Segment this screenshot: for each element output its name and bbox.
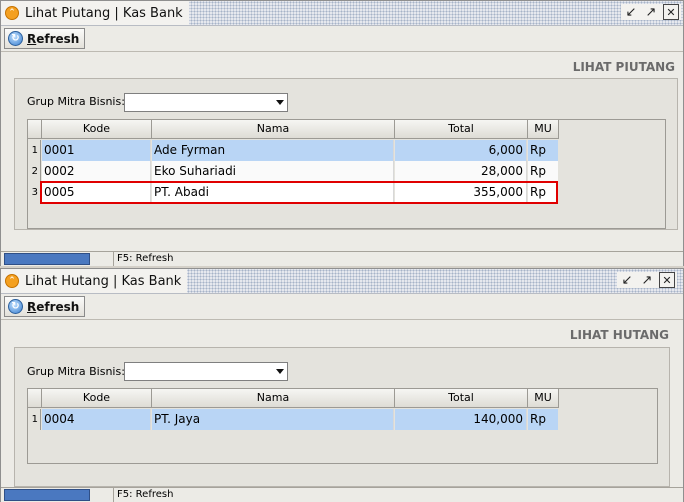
chevron-down-icon bbox=[276, 369, 284, 374]
column-header-mu[interactable]: MU bbox=[528, 120, 559, 139]
table-row[interactable]: 2 0002 Eko Suhariadi 28,000 Rp bbox=[28, 161, 558, 182]
table-row[interactable]: 1 0001 Ade Fyrman 6,000 Rp bbox=[28, 140, 558, 161]
cell-nama[interactable]: PT. Jaya bbox=[152, 409, 394, 430]
cell-total[interactable]: 140,000 bbox=[395, 409, 527, 430]
cell-mu[interactable]: Rp bbox=[528, 182, 558, 203]
refresh-icon: ↻ bbox=[8, 31, 23, 46]
piutang-statusbar: F5: Refresh bbox=[1, 251, 683, 266]
row-number: 1 bbox=[28, 409, 41, 430]
cell-kode[interactable]: 0002 bbox=[42, 161, 151, 182]
chevron-down-icon bbox=[276, 100, 284, 105]
corner-header bbox=[28, 120, 42, 139]
cell-total[interactable]: 6,000 bbox=[395, 140, 527, 161]
piutang-table: Kode Nama Total MU 1 0001 Ade Fyrman 6,0… bbox=[27, 119, 666, 229]
row-number: 1 bbox=[28, 140, 41, 161]
page-heading: LIHAT HUTANG bbox=[569, 328, 669, 342]
status-divider bbox=[113, 252, 114, 266]
table-row[interactable]: 3 0005 PT. Abadi 355,000 Rp bbox=[28, 182, 558, 203]
cell-kode[interactable]: 0001 bbox=[42, 140, 151, 161]
app-icon: ⌃ bbox=[5, 274, 19, 288]
cell-mu[interactable]: Rp bbox=[528, 161, 558, 182]
status-progress bbox=[4, 253, 90, 265]
table-header: Kode Nama Total MU bbox=[28, 389, 657, 408]
piutang-panel: Grup Mitra Bisnis: Kode Nama Total MU 1 … bbox=[14, 78, 678, 230]
grup-mitra-select[interactable] bbox=[124, 93, 288, 112]
grup-mitra-select[interactable] bbox=[124, 362, 288, 381]
hutang-statusbar: F5: Refresh bbox=[1, 487, 683, 502]
restore-icon[interactable]: ↙ bbox=[623, 4, 639, 20]
column-header-nama[interactable]: Nama bbox=[152, 389, 395, 408]
grup-mitra-label: Grup Mitra Bisnis: bbox=[27, 95, 125, 108]
column-header-nama[interactable]: Nama bbox=[152, 120, 395, 139]
refresh-button[interactable]: ↻ Refresh bbox=[4, 28, 86, 49]
column-header-kode[interactable]: Kode bbox=[42, 120, 152, 139]
column-header-kode[interactable]: Kode bbox=[42, 389, 152, 408]
maximize-icon[interactable]: ↗ bbox=[639, 272, 655, 288]
status-progress bbox=[4, 489, 90, 501]
cell-nama[interactable]: Ade Fyrman bbox=[152, 140, 394, 161]
hutang-titlebar[interactable]: ⌃ Lihat Hutang | Kas Bank ↙ ↗ ✕ bbox=[1, 269, 683, 294]
cell-kode[interactable]: 0004 bbox=[42, 409, 151, 430]
piutang-window: ⌃ Lihat Piutang | Kas Bank ↙ ↗ ✕ ↻ Refre… bbox=[0, 0, 684, 266]
window-title: Lihat Piutang | Kas Bank bbox=[25, 5, 183, 21]
close-icon[interactable]: ✕ bbox=[659, 272, 675, 288]
close-icon[interactable]: ✕ bbox=[663, 4, 679, 20]
hutang-panel: Grup Mitra Bisnis: Kode Nama Total MU 1 … bbox=[14, 347, 670, 487]
cell-total[interactable]: 355,000 bbox=[395, 182, 527, 203]
refresh-label: Refresh bbox=[27, 299, 80, 314]
maximize-icon[interactable]: ↗ bbox=[643, 4, 659, 20]
column-header-total[interactable]: Total bbox=[395, 389, 528, 408]
hutang-content: LIHAT HUTANG Grup Mitra Bisnis: Kode Nam… bbox=[1, 320, 683, 502]
piutang-titlebar[interactable]: ⌃ Lihat Piutang | Kas Bank ↙ ↗ ✕ bbox=[1, 1, 683, 26]
row-number: 3 bbox=[28, 182, 41, 203]
status-text: F5: Refresh bbox=[117, 253, 174, 264]
piutang-content: LIHAT PIUTANG Grup Mitra Bisnis: Kode Na… bbox=[1, 52, 683, 266]
column-header-mu[interactable]: MU bbox=[528, 389, 559, 408]
app-icon: ⌃ bbox=[5, 6, 19, 20]
corner-header bbox=[28, 389, 42, 408]
table-header: Kode Nama Total MU bbox=[28, 120, 665, 139]
refresh-icon: ↻ bbox=[8, 299, 23, 314]
status-text: F5: Refresh bbox=[117, 489, 174, 500]
cell-total[interactable]: 28,000 bbox=[395, 161, 527, 182]
piutang-toolbar: ↻ Refresh bbox=[1, 26, 683, 52]
hutang-table: Kode Nama Total MU 1 0004 PT. Jaya 140,0… bbox=[27, 388, 658, 464]
refresh-label: Refresh bbox=[27, 31, 80, 46]
column-header-total[interactable]: Total bbox=[395, 120, 528, 139]
refresh-button[interactable]: ↻ Refresh bbox=[4, 296, 86, 317]
hutang-toolbar: ↻ Refresh bbox=[1, 294, 683, 320]
hutang-window: ⌃ Lihat Hutang | Kas Bank ↙ ↗ ✕ ↻ Refres… bbox=[0, 268, 684, 502]
window-title: Lihat Hutang | Kas Bank bbox=[25, 273, 182, 289]
cell-nama[interactable]: PT. Abadi bbox=[152, 182, 394, 203]
restore-icon[interactable]: ↙ bbox=[619, 272, 635, 288]
cell-mu[interactable]: Rp bbox=[528, 140, 558, 161]
table-row[interactable]: 1 0004 PT. Jaya 140,000 Rp bbox=[28, 409, 558, 430]
status-divider bbox=[113, 488, 114, 502]
cell-nama[interactable]: Eko Suhariadi bbox=[152, 161, 394, 182]
cell-mu[interactable]: Rp bbox=[528, 409, 558, 430]
cell-kode[interactable]: 0005 bbox=[42, 182, 151, 203]
page-heading: LIHAT PIUTANG bbox=[572, 60, 675, 74]
row-number: 2 bbox=[28, 161, 41, 182]
grup-mitra-label: Grup Mitra Bisnis: bbox=[27, 365, 125, 378]
